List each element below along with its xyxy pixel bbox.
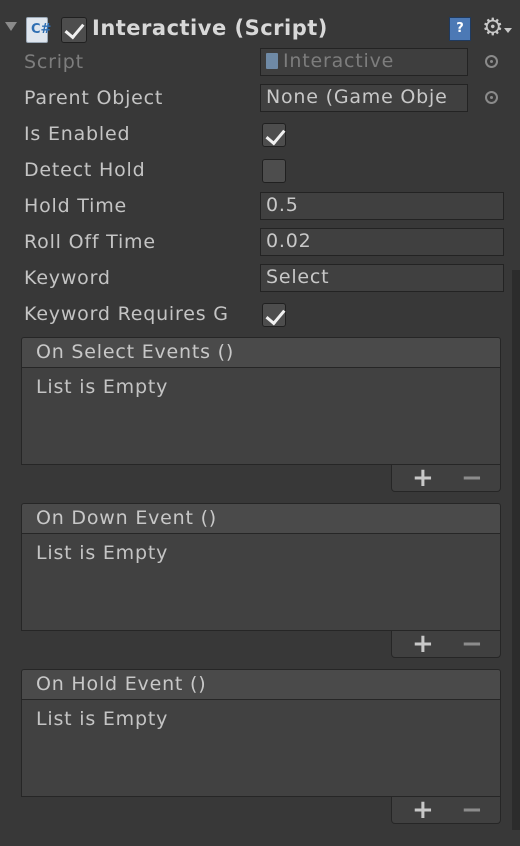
field-script: Script Interactive (0, 46, 520, 78)
field-value: Interactive (283, 50, 395, 72)
checkmark-icon (265, 124, 286, 146)
help-icon[interactable]: ? (449, 17, 471, 41)
gear-dropdown-caret-icon (504, 28, 512, 33)
remove-event-button[interactable]: − (461, 463, 483, 493)
detect-hold-checkbox[interactable] (262, 159, 286, 183)
is-enabled-checkbox[interactable] (262, 123, 286, 147)
keyword-input[interactable]: Select (260, 264, 504, 292)
field-hold-time: Hold Time 0.5 (0, 190, 520, 222)
field-label: Parent Object (24, 87, 164, 109)
empty-list-text: List is Empty (36, 376, 169, 398)
event-on-hold: On Hold Event () List is Empty + − (21, 669, 501, 825)
empty-list-text: List is Empty (36, 708, 169, 730)
field-label: Detect Hold (24, 159, 146, 181)
event-on-down: On Down Event () List is Empty + − (21, 503, 501, 659)
parent-object-field[interactable]: None (Game Obje (260, 84, 468, 112)
remove-event-button[interactable]: − (461, 629, 483, 659)
foldout-arrow-icon[interactable] (5, 22, 17, 31)
script-asset-icon (266, 53, 278, 69)
field-parent-object: Parent Object None (Game Obje (0, 82, 520, 114)
field-label: Hold Time (24, 195, 127, 217)
object-picker-icon[interactable] (485, 91, 498, 104)
component-enabled-toggle[interactable] (61, 17, 87, 43)
component-title: Interactive (Script) (92, 16, 328, 40)
script-object-field: Interactive (260, 48, 468, 76)
empty-list-text: List is Empty (36, 542, 169, 564)
roll-off-time-input[interactable]: 0.02 (260, 228, 504, 256)
add-event-button[interactable]: + (412, 795, 434, 825)
hold-time-input[interactable]: 0.5 (260, 192, 504, 220)
checkmark-icon (265, 304, 286, 326)
field-label: Is Enabled (24, 123, 131, 145)
event-list: List is Empty (21, 368, 501, 465)
event-header: On Select Events () (21, 337, 501, 368)
component-header: C# Interactive (Script) ? ⚙ (0, 10, 520, 50)
event-header: On Down Event () (21, 503, 501, 534)
field-detect-hold: Detect Hold (0, 154, 520, 186)
field-is-enabled: Is Enabled (0, 118, 520, 150)
object-picker-icon (485, 55, 498, 68)
event-footer: + − (391, 463, 501, 493)
event-list: List is Empty (21, 534, 501, 631)
keyword-requires-gaze-checkbox[interactable] (262, 303, 286, 327)
field-label: Roll Off Time (24, 231, 156, 253)
event-footer: + − (391, 629, 501, 659)
event-on-select: On Select Events () List is Empty + − (21, 337, 501, 493)
vertical-scrollbar[interactable] (512, 270, 520, 830)
csharp-script-icon: C# (26, 17, 51, 43)
add-event-button[interactable]: + (412, 629, 434, 659)
add-event-button[interactable]: + (412, 463, 434, 493)
field-label: Keyword Requires G (24, 303, 229, 325)
field-roll-off-time: Roll Off Time 0.02 (0, 226, 520, 258)
field-label: Script (24, 51, 84, 73)
gear-icon[interactable]: ⚙ (482, 12, 504, 42)
event-list: List is Empty (21, 700, 501, 797)
field-keyword-requires-gaze: Keyword Requires G (0, 298, 520, 330)
field-label: Keyword (24, 267, 111, 289)
checkmark-icon (64, 18, 85, 40)
event-header: On Hold Event () (21, 669, 501, 700)
event-footer: + − (391, 795, 501, 825)
remove-event-button[interactable]: − (461, 795, 483, 825)
field-keyword: Keyword Select (0, 262, 520, 294)
